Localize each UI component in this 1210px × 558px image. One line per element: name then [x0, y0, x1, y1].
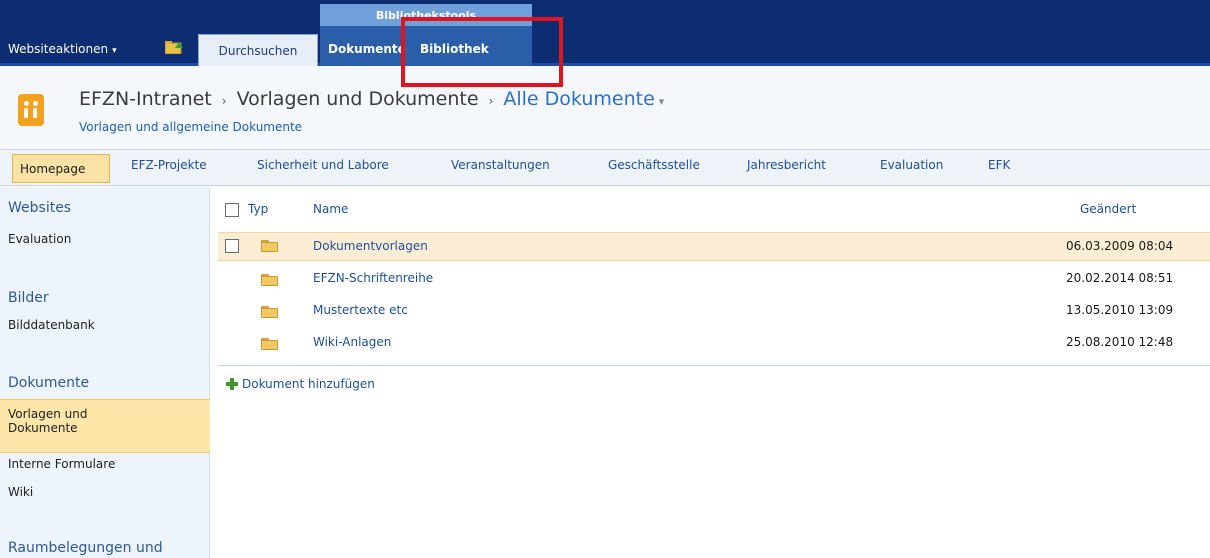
topnav-item-geschaeftsstelle[interactable]: Geschäftsstelle	[608, 158, 700, 172]
quick-launch-heading-raumbelegungen[interactable]: Raumbelegungen und	[8, 540, 163, 556]
list-item-modified: 25.08.2010 12:48	[1066, 335, 1174, 349]
list-item-name[interactable]: Dokumentvorlagen	[313, 239, 428, 253]
folder-icon	[261, 306, 278, 318]
quick-launch-item-wiki[interactable]: Wiki	[8, 485, 33, 499]
site-actions-menu[interactable]: Websiteaktionen ▾	[8, 42, 117, 56]
chevron-down-icon[interactable]: ▾	[659, 95, 665, 108]
breadcrumb-library[interactable]: Vorlagen und Dokumente	[237, 88, 479, 110]
quick-launch-item-vorlagen-line1: Vorlagen und	[8, 407, 88, 421]
tab-browse[interactable]: Durchsuchen	[198, 34, 318, 66]
chevron-down-icon: ▾	[112, 46, 117, 56]
quick-launch-item-interne-formulare[interactable]: Interne Formulare	[8, 457, 115, 471]
logo-dot	[24, 101, 29, 106]
ribbon-bar	[0, 0, 1210, 66]
list-item-modified: 20.02.2014 08:51	[1066, 271, 1174, 285]
logo-bar	[24, 108, 28, 118]
topnav-item-homepage[interactable]: Homepage	[12, 154, 110, 183]
quick-launch-item-bilddatenbank[interactable]: Bilddatenbank	[8, 318, 95, 332]
logo-bar	[33, 108, 37, 118]
quick-launch-item-vorlagen[interactable]: Vorlagen und Dokumente	[8, 407, 88, 435]
site-logo[interactable]	[18, 94, 44, 126]
quick-launch-item-vorlagen-line2: Dokumente	[8, 421, 78, 435]
breadcrumb-separator: ›	[221, 94, 227, 108]
list-item-name[interactable]: Wiki-Anlagen	[313, 335, 391, 349]
list-item-modified: 06.03.2009 08:04	[1066, 239, 1174, 253]
list-item-name[interactable]: EFZN-Schriftenreihe	[313, 271, 433, 285]
breadcrumb-site[interactable]: EFZN-Intranet	[79, 88, 212, 110]
column-header-name[interactable]: Name	[313, 202, 348, 216]
view-selector[interactable]: Alle Dokumente	[503, 88, 654, 110]
tab-documents[interactable]: Dokumente	[328, 42, 406, 56]
topnav-item-sicherheit[interactable]: Sicherheit und Labore	[257, 158, 389, 172]
navigate-up-icon[interactable]	[165, 40, 183, 54]
list-divider	[218, 365, 1210, 366]
topnav-item-efz-projekte[interactable]: EFZ-Projekte	[131, 158, 207, 172]
folder-icon	[261, 240, 278, 252]
folder-icon	[261, 338, 278, 350]
highlight-box	[401, 17, 563, 87]
topnav-item-efk[interactable]: EFK	[988, 158, 1010, 172]
site-actions-label: Websiteaktionen	[8, 42, 109, 56]
logo-dot	[33, 101, 38, 106]
topnav-item-evaluation[interactable]: Evaluation	[880, 158, 943, 172]
topnav-item-jahresbericht[interactable]: Jahresbericht	[747, 158, 826, 172]
page-description: Vorlagen und allgemeine Dokumente	[79, 120, 303, 134]
breadcrumb-separator: ›	[488, 94, 494, 108]
add-document-label: Dokument hinzufügen	[242, 377, 375, 391]
column-header-modified[interactable]: Geändert	[1080, 202, 1136, 216]
quick-launch-heading-websites[interactable]: Websites	[8, 200, 71, 216]
select-all-checkbox[interactable]	[225, 203, 239, 217]
quick-launch-heading-bilder[interactable]: Bilder	[8, 290, 49, 306]
row-checkbox[interactable]	[225, 239, 239, 253]
folder-icon	[261, 274, 278, 286]
list-item-modified: 13.05.2010 13:09	[1066, 303, 1174, 317]
plus-icon	[226, 378, 238, 390]
quick-launch-heading-dokumente[interactable]: Dokumente	[8, 375, 89, 391]
topnav-item-veranstaltungen[interactable]: Veranstaltungen	[451, 158, 550, 172]
quick-launch-item-evaluation[interactable]: Evaluation	[8, 232, 71, 246]
add-document-link[interactable]: Dokument hinzufügen	[226, 377, 375, 391]
list-item-name[interactable]: Mustertexte etc	[313, 303, 408, 317]
column-header-type[interactable]: Typ	[248, 202, 268, 216]
breadcrumb: EFZN-Intranet › Vorlagen und Dokumente ›…	[79, 88, 664, 110]
